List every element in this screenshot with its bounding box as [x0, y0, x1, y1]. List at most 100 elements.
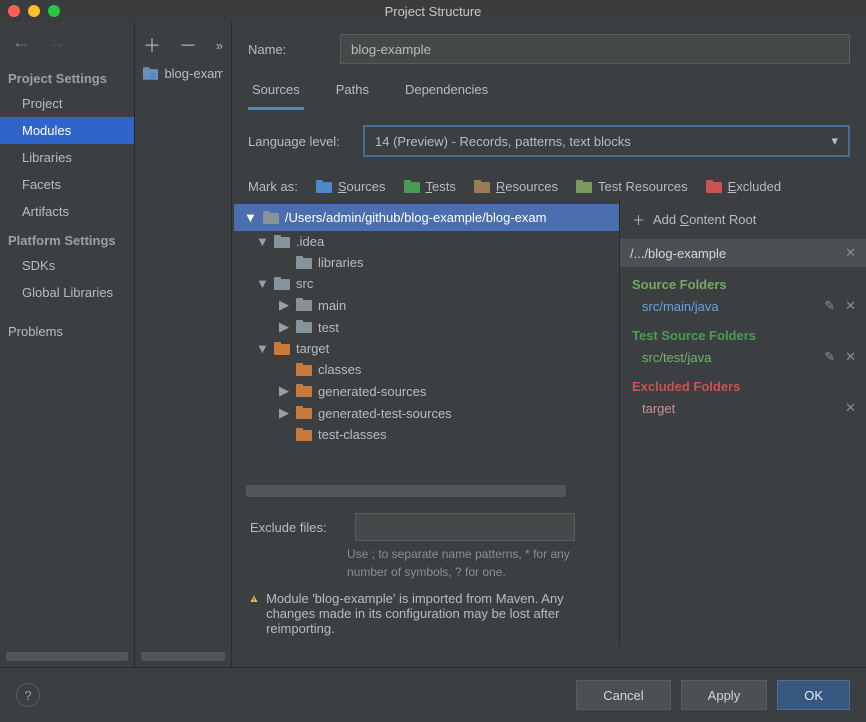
apply-button[interactable]: Apply [681, 680, 768, 710]
help-button[interactable]: ? [16, 683, 40, 707]
tree-label: generated-test-sources [318, 406, 452, 421]
scrollbar-mid[interactable] [141, 652, 225, 661]
sidebar-item-sdks[interactable]: SDKs [0, 252, 134, 279]
mark-excluded[interactable]: Excluded [706, 179, 781, 194]
caret-down-icon[interactable]: ▼ [256, 234, 268, 249]
mark-tests[interactable]: Tests [404, 179, 456, 194]
tree-row[interactable]: ▶generated-sources [234, 380, 619, 402]
mark-test-resources[interactable]: Test Resources [576, 179, 688, 194]
ok-button[interactable]: OK [777, 680, 850, 710]
name-input[interactable] [340, 34, 850, 64]
tree-row[interactable]: ▶ generated-test-sources [234, 402, 619, 424]
tree-row[interactable]: ▶ test [234, 316, 619, 338]
scrollbar-left[interactable] [6, 652, 128, 661]
tree-label: target [296, 341, 329, 356]
folder-icon [404, 180, 420, 194]
sidebar-item-artifacts[interactable]: Artifacts [0, 198, 134, 225]
folder-icon [296, 298, 312, 312]
content-root-item[interactable]: src/test/java ✎ ✕ [620, 345, 866, 369]
exclude-hint: Use ; to separate name patterns, * for a… [234, 545, 619, 581]
language-level-select[interactable]: 14 (Preview) - Records, patterns, text b… [363, 125, 850, 157]
sidebar-item-global-libraries[interactable]: Global Libraries [0, 279, 134, 306]
close-icon[interactable]: ✕ [845, 245, 856, 261]
name-label: Name: [248, 42, 328, 57]
remove-icon[interactable]: － [179, 32, 197, 58]
edit-icon[interactable]: ✎ [824, 349, 835, 365]
content-root-path-text: /.../blog-example [630, 246, 726, 261]
tabs: Sources Paths Dependencies [232, 72, 866, 111]
scrollbar-tree[interactable] [246, 485, 566, 497]
tree-row[interactable]: test-classes [234, 424, 619, 445]
content-root-section-title: Excluded Folders [620, 369, 866, 396]
tree-row[interactable]: libraries [234, 252, 619, 273]
sidebar-item-modules[interactable]: Modules [0, 117, 134, 144]
close-icon[interactable]: ✕ [845, 298, 856, 314]
window-title: Project Structure [0, 4, 866, 19]
caret-down-icon[interactable]: ▼ [256, 276, 268, 291]
module-name: blog-exam [164, 66, 223, 81]
edit-icon[interactable]: ✎ [824, 298, 835, 314]
sidebar-item-facets[interactable]: Facets [0, 171, 134, 198]
tree-row[interactable]: ▼ src [234, 273, 619, 294]
sidebar-item-libraries[interactable]: Libraries [0, 144, 134, 171]
section-project-settings: Project Settings [0, 67, 134, 90]
tree-label: src [296, 276, 313, 291]
sidebar-item-problems[interactable]: Problems [0, 318, 134, 345]
tree-label: classes [318, 362, 361, 377]
tab-paths[interactable]: Paths [332, 72, 373, 110]
folder-icon [263, 211, 279, 225]
warning-text: Module 'blog-example' is imported from M… [266, 591, 603, 636]
content-root-section-title: Test Source Folders [620, 318, 866, 345]
mark-sources[interactable]: Sources [316, 179, 386, 194]
folder-icon [576, 180, 592, 194]
content-root-item[interactable]: target✕ [620, 396, 866, 420]
caret-right-icon[interactable]: ▶ [278, 297, 290, 313]
add-icon[interactable]: ＋ [632, 210, 645, 229]
back-icon[interactable]: ← [12, 32, 30, 53]
tree-label: test [318, 320, 339, 335]
module-list: ＋ － » blog-exam [135, 22, 232, 667]
caret-right-icon[interactable]: ▶ [278, 319, 290, 335]
content-root-path[interactable]: /.../blog-example ✕ [620, 239, 866, 267]
tree-row[interactable]: ▼ target [234, 338, 619, 359]
caret-right-icon[interactable]: ▶ [278, 405, 290, 421]
content-root-item[interactable]: src/main/java ✎ ✕ [620, 294, 866, 318]
sidebar-item-project[interactable]: Project [0, 90, 134, 117]
forward-icon: → [48, 32, 66, 53]
close-icon[interactable]: ✕ [845, 400, 856, 416]
tree-label: main [318, 298, 346, 313]
markas-label: Mark as: [248, 179, 298, 194]
folder-icon [274, 277, 290, 291]
tree-row[interactable]: ▶ main [234, 294, 619, 316]
mark-resources[interactable]: Resources [474, 179, 558, 194]
add-content-root[interactable]: Add Content Root [653, 212, 756, 227]
warning-icon [250, 591, 258, 607]
footer: ? Cancel Apply OK [0, 667, 866, 722]
cancel-button[interactable]: Cancel [576, 680, 670, 710]
tree-row[interactable]: classes [234, 359, 619, 380]
folder-icon [296, 363, 312, 377]
caret-down-icon: ▼ [244, 210, 257, 225]
source-tree: ▼ /Users/admin/github/blog-example/blog-… [232, 200, 619, 646]
more-icon[interactable]: » [216, 38, 223, 53]
tree-row[interactable]: ▼ .idea [234, 231, 619, 252]
tree-root[interactable]: ▼ /Users/admin/github/blog-example/blog-… [234, 204, 619, 231]
module-item[interactable]: blog-exam [135, 60, 231, 87]
folder-icon [274, 342, 290, 356]
content-root-item-text: src/main/java [642, 299, 719, 314]
tab-dependencies[interactable]: Dependencies [401, 72, 492, 110]
content-root-section-title: Source Folders [620, 267, 866, 294]
caret-right-icon[interactable]: ▶ [278, 383, 290, 399]
folder-icon [706, 180, 722, 194]
close-icon[interactable]: ✕ [845, 349, 856, 365]
content-root-item-text: src/test/java [642, 350, 711, 365]
tree-label: test-classes [318, 427, 387, 442]
exclude-files-input[interactable] [355, 513, 575, 541]
add-icon[interactable]: ＋ [143, 32, 161, 58]
caret-down-icon[interactable]: ▼ [256, 341, 268, 356]
module-details: Name: Sources Paths Dependencies Languag… [232, 22, 866, 667]
folder-icon [316, 180, 332, 194]
tree-label: .idea [296, 234, 324, 249]
folder-icon [296, 406, 312, 420]
tab-sources[interactable]: Sources [248, 72, 304, 110]
